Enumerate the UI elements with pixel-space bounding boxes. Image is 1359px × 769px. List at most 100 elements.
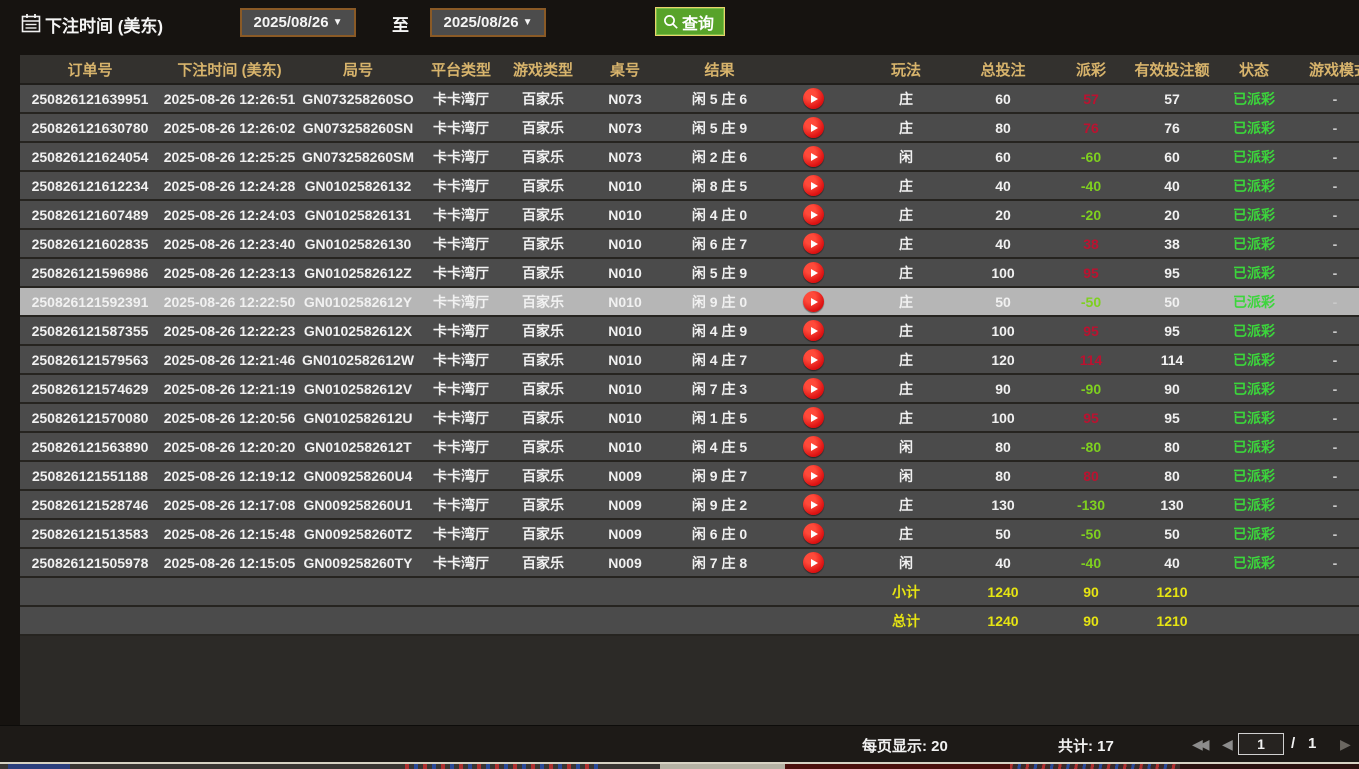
table-row[interactable]: 2508261215638902025-08-26 12:20:20GN0102… (20, 433, 1359, 462)
cell-status: 已派彩 (1213, 491, 1295, 518)
cell-play (770, 491, 857, 518)
cell-table_no: N010 (581, 317, 669, 344)
cell-mode: - (1295, 317, 1359, 344)
summary-empty-cell (299, 607, 417, 634)
table-row[interactable]: 2508261216307802025-08-26 12:26:02GN0732… (20, 114, 1359, 143)
table-row[interactable]: 2508261215969862025-08-26 12:23:13GN0102… (20, 259, 1359, 288)
cell-mode: - (1295, 201, 1359, 228)
cell-play: 庄 (857, 259, 955, 286)
table-row[interactable]: 2508261215873552025-08-26 12:22:23GN0102… (20, 317, 1359, 346)
table-row[interactable]: 2508261215923912025-08-26 12:22:50GN0102… (20, 288, 1359, 317)
column-header: 派彩 (1051, 55, 1131, 83)
cell-game_no: GN0102582612U (299, 404, 417, 431)
cell-total: 90 (955, 375, 1051, 402)
cell-total: 60 (955, 85, 1051, 112)
cell-game_type: 百家乐 (505, 375, 581, 402)
roadmap-dots (1010, 764, 1180, 769)
cell-game_type: 百家乐 (505, 259, 581, 286)
table-row[interactable]: 2508261215746292025-08-26 12:21:19GN0102… (20, 375, 1359, 404)
cell-mode: - (1295, 288, 1359, 315)
cell-platform: 卡卡湾厅 (417, 259, 505, 286)
cell-payout: 95 (1051, 317, 1131, 344)
cell-game_type: 百家乐 (505, 143, 581, 170)
table-row[interactable]: 2508261215287462025-08-26 12:17:08GN0092… (20, 491, 1359, 520)
cell-total: 40 (955, 549, 1051, 576)
cell-order: 250826121630780 (20, 114, 160, 141)
date-from-select[interactable]: 2025/08/26 ▼ (240, 8, 356, 37)
play-video-icon[interactable] (803, 465, 824, 486)
play-video-icon[interactable] (803, 494, 824, 515)
play-video-icon[interactable] (803, 378, 824, 399)
play-video-icon[interactable] (803, 233, 824, 254)
first-page-button[interactable]: ◀◀ (1192, 735, 1206, 753)
play-video-icon[interactable] (803, 523, 824, 544)
cell-status: 已派彩 (1213, 201, 1295, 228)
cell-total: 40 (955, 230, 1051, 257)
table-row[interactable]: 2508261215135832025-08-26 12:15:48GN0092… (20, 520, 1359, 549)
play-video-icon[interactable] (803, 552, 824, 573)
table-row[interactable]: 2508261216240542025-08-26 12:25:25GN0732… (20, 143, 1359, 172)
play-video-icon[interactable] (803, 291, 824, 312)
play-video-icon[interactable] (803, 262, 824, 283)
table-row[interactable]: 2508261216122342025-08-26 12:24:28GN0102… (20, 172, 1359, 201)
play-video-icon[interactable] (803, 349, 824, 370)
cell-status: 已派彩 (1213, 172, 1295, 199)
column-header: 结果 (669, 55, 770, 83)
table-row[interactable]: 2508261215511882025-08-26 12:19:12GN0092… (20, 462, 1359, 491)
cell-status: 已派彩 (1213, 317, 1295, 344)
date-to-value: 2025/08/26 (444, 14, 519, 31)
cell-payout: 114 (1051, 346, 1131, 373)
play-video-icon[interactable] (803, 436, 824, 457)
table-row[interactable]: 2508261216028352025-08-26 12:23:40GN0102… (20, 230, 1359, 259)
play-video-icon[interactable] (803, 320, 824, 341)
play-video-icon[interactable] (803, 204, 824, 225)
cell-result: 闲 4 庄 7 (669, 346, 770, 373)
cell-game_type: 百家乐 (505, 317, 581, 344)
next-page-button[interactable]: ▶ (1340, 735, 1351, 753)
play-video-icon[interactable] (803, 88, 824, 109)
date-to-select[interactable]: 2025/08/26 ▼ (430, 8, 546, 37)
cell-valid: 20 (1131, 201, 1213, 228)
cell-result: 闲 7 庄 8 (669, 549, 770, 576)
play-video-icon[interactable] (803, 407, 824, 428)
search-button[interactable]: 查询 (655, 7, 725, 36)
table-row[interactable]: 2508261215059782025-08-26 12:15:05GN0092… (20, 549, 1359, 578)
cell-order: 250826121639951 (20, 85, 160, 112)
cell-status: 已派彩 (1213, 114, 1295, 141)
table-row[interactable]: 2508261215700802025-08-26 12:20:56GN0102… (20, 404, 1359, 433)
play-video-icon[interactable] (803, 117, 824, 138)
cell-play: 闲 (857, 549, 955, 576)
cell-time: 2025-08-26 12:22:50 (160, 288, 299, 315)
cell-payout: 57 (1051, 85, 1131, 112)
summary-total-bet: 1240 (955, 578, 1051, 605)
cell-result: 闲 8 庄 5 (669, 172, 770, 199)
cell-order: 250826121587355 (20, 317, 160, 344)
table-row[interactable]: 2508261215795632025-08-26 12:21:46GN0102… (20, 346, 1359, 375)
cell-time: 2025-08-26 12:22:23 (160, 317, 299, 344)
cell-mode: - (1295, 549, 1359, 576)
summary-empty-cell (417, 578, 505, 605)
cell-play (770, 143, 857, 170)
cell-result: 闲 2 庄 6 (669, 143, 770, 170)
cell-play: 庄 (857, 230, 955, 257)
cell-result: 闲 1 庄 5 (669, 404, 770, 431)
cell-result: 闲 9 庄 2 (669, 491, 770, 518)
cell-table_no: N010 (581, 201, 669, 228)
cell-game_no: GN0102582612Z (299, 259, 417, 286)
play-video-icon[interactable] (803, 146, 824, 167)
cell-game_type: 百家乐 (505, 404, 581, 431)
table-row[interactable]: 2508261216074892025-08-26 12:24:03GN0102… (20, 201, 1359, 230)
play-video-icon[interactable] (803, 175, 824, 196)
cell-play (770, 114, 857, 141)
cell-valid: 95 (1131, 404, 1213, 431)
previous-page-button[interactable]: ◀ (1222, 735, 1233, 753)
summary-total-bet: 1240 (955, 607, 1051, 634)
page-number-input[interactable] (1238, 733, 1284, 755)
cell-mode: - (1295, 346, 1359, 373)
table-row[interactable]: 2508261216399512025-08-26 12:26:51GN0732… (20, 85, 1359, 114)
cell-table_no: N010 (581, 433, 669, 460)
cell-total: 100 (955, 404, 1051, 431)
cell-payout: 76 (1051, 114, 1131, 141)
cell-valid: 130 (1131, 491, 1213, 518)
cell-play (770, 346, 857, 373)
